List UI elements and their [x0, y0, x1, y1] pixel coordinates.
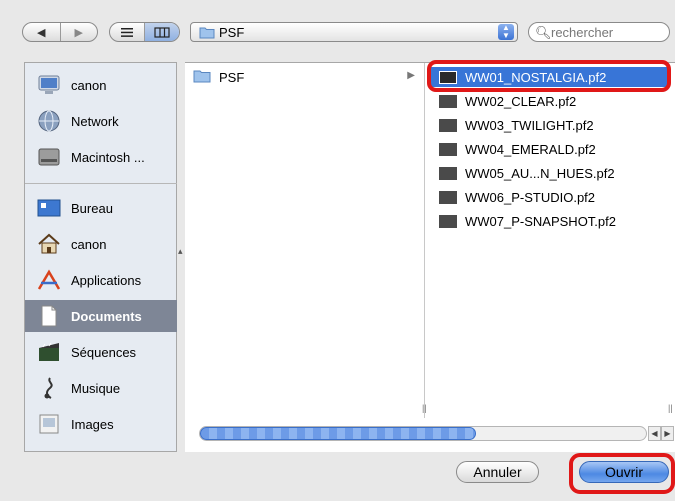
forward-arrow-icon[interactable]: ▶	[59, 23, 98, 41]
file-item[interactable]: WW02_CLEAR.pf2	[431, 91, 669, 111]
sidebar-item-canon-computer[interactable]: canon	[25, 69, 177, 101]
column-resize-handle-icon[interactable]: ||	[668, 403, 673, 413]
column-folder-psf[interactable]: PSF ▶	[193, 67, 417, 87]
column-view-icon[interactable]	[144, 23, 179, 41]
sidebar-resize-handle-icon[interactable]: ▴	[178, 246, 183, 257]
file-item[interactable]: WW05_AU...N_HUES.pf2	[431, 163, 669, 183]
popup-arrows-icon: ▲ ▼	[498, 24, 514, 40]
browser-column-1: PSF ▶ ||	[185, 63, 427, 418]
toolbar: ◀ ▶ PSF ▲ ▼ 🔍︎ rechercher	[0, 0, 675, 58]
network-globe-icon	[35, 107, 63, 135]
file-item[interactable]: WW03_TWILIGHT.pf2	[431, 115, 669, 135]
disclosure-arrow-icon: ▶	[407, 70, 415, 81]
music-icon	[35, 374, 63, 402]
home-icon	[35, 230, 63, 258]
file-item[interactable]: WW07_P-SNAPSHOT.pf2	[431, 211, 669, 231]
search-icon: 🔍︎	[535, 25, 552, 40]
file-icon	[439, 166, 457, 180]
back-arrow-icon[interactable]: ◀	[23, 23, 60, 41]
file-browser: PSF ▶ || WW01_NOSTALGIA.pf2 WW02_CLEAR.p…	[185, 60, 675, 452]
scrollbar-thumb[interactable]	[200, 427, 476, 440]
search-placeholder: rechercher	[551, 25, 614, 40]
browser-column-2: WW01_NOSTALGIA.pf2 WW02_CLEAR.pf2 WW03_T…	[425, 63, 675, 418]
cancel-button[interactable]: Annuler	[456, 461, 539, 483]
sidebar-item-musique[interactable]: Musique	[25, 372, 177, 404]
file-icon	[439, 214, 457, 228]
sidebar-item-network[interactable]: Network	[25, 105, 177, 137]
hard-drive-icon	[35, 143, 63, 171]
pictures-icon	[35, 410, 63, 438]
sidebar-item-sequences[interactable]: Séquences	[25, 336, 177, 368]
view-mode-buttons	[109, 22, 180, 42]
sidebar: canon Network Macintosh ... Bureau canon…	[24, 62, 177, 452]
sidebar-item-images[interactable]: Images	[25, 408, 177, 440]
folder-icon	[193, 68, 211, 86]
file-icon	[439, 190, 457, 204]
file-icon	[439, 142, 457, 156]
folder-icon	[199, 25, 215, 42]
path-popup[interactable]: PSF ▲ ▼	[190, 22, 518, 42]
scroll-arrows: ◀ ▶	[648, 426, 674, 441]
scroll-right-icon[interactable]: ▶	[661, 426, 674, 441]
scroll-left-icon[interactable]: ◀	[648, 426, 661, 441]
movies-icon	[35, 338, 63, 366]
sidebar-item-bureau[interactable]: Bureau	[25, 192, 177, 224]
file-item[interactable]: WW04_EMERALD.pf2	[431, 139, 669, 159]
file-icon	[439, 94, 457, 108]
search-field[interactable]: 🔍︎ rechercher	[528, 22, 670, 42]
file-icon	[439, 118, 457, 132]
sidebar-divider	[25, 183, 177, 184]
sidebar-item-macintosh-hd[interactable]: Macintosh ...	[25, 141, 177, 173]
path-label: PSF	[219, 25, 245, 40]
open-button[interactable]: Ouvrir	[579, 461, 669, 483]
desktop-icon	[35, 194, 63, 222]
sidebar-item-applications[interactable]: Applications	[25, 264, 177, 296]
sidebar-item-documents[interactable]: Documents	[25, 300, 177, 332]
horizontal-scrollbar[interactable]: ◀ ▶	[185, 418, 675, 452]
file-item[interactable]: WW06_P-STUDIO.pf2	[431, 187, 669, 207]
computer-icon	[35, 71, 63, 99]
scrollbar-track[interactable]	[199, 426, 647, 441]
navigation-buttons: ◀ ▶	[22, 22, 98, 42]
highlight-ring-selected-file	[427, 60, 671, 92]
dialog-footer: Annuler Ouvrir	[0, 452, 675, 501]
list-view-icon[interactable]	[110, 23, 144, 41]
applications-icon	[35, 266, 63, 294]
documents-icon	[35, 302, 63, 330]
sidebar-item-canon-home[interactable]: canon	[25, 228, 177, 260]
